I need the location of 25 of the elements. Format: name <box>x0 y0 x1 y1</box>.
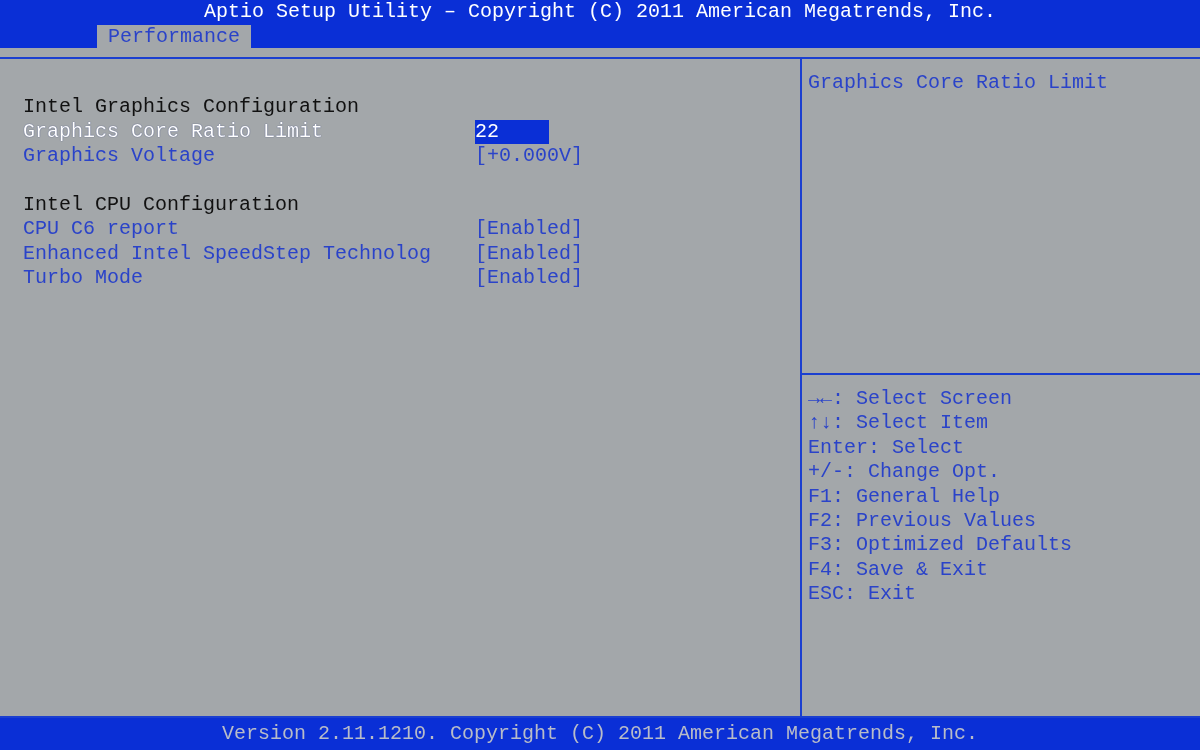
setting-value[interactable]: [Enabled] <box>475 217 584 242</box>
setting-value[interactable]: [Enabled] <box>475 241 584 266</box>
key-help-line: ↑↓: Select Item <box>808 411 990 436</box>
setting-label[interactable]: Enhanced Intel SpeedStep Technolog <box>23 241 475 266</box>
key-help-line: Enter: Select <box>808 435 966 461</box>
setting-value[interactable]: [+0.000V] <box>475 144 584 169</box>
key-help-line: ESC: Exit <box>808 582 918 607</box>
setting-label[interactable]: Graphics Voltage <box>23 144 475 169</box>
key-help-line: F2: Previous Values <box>808 509 1038 534</box>
setting-value[interactable]: 22 <box>475 119 549 144</box>
key-help-line: →←: Select Screen <box>808 387 1014 412</box>
section-heading: Intel Graphics Configuration <box>23 95 361 120</box>
setting-value[interactable]: [Enabled] <box>475 266 584 291</box>
key-help-line: F1: General Help <box>808 484 1002 510</box>
setting-label[interactable]: Turbo Mode <box>23 266 475 291</box>
setting-label[interactable]: CPU C6 report <box>23 217 475 242</box>
setting-label[interactable]: Graphics Core Ratio Limit <box>23 119 475 144</box>
help-text: Graphics Core Ratio Limit <box>808 71 1110 95</box>
key-help-line: F3: Optimized Defaults <box>808 533 1074 558</box>
status-bar: Version 2.11.1210. Copyright (C) 2011 American Megatrends, Inc. <box>0 718 1200 750</box>
key-help-line: F4: Save & Exit <box>808 557 990 583</box>
section-heading: Intel CPU Configuration <box>23 192 301 217</box>
key-help-line: +/-: Change Opt. <box>808 460 1002 485</box>
window-title: Aptio Setup Utility – Copyright (C) 2011 American Megatrends, Inc. <box>202 0 998 24</box>
menu-tab[interactable]: Performance <box>97 25 252 48</box>
